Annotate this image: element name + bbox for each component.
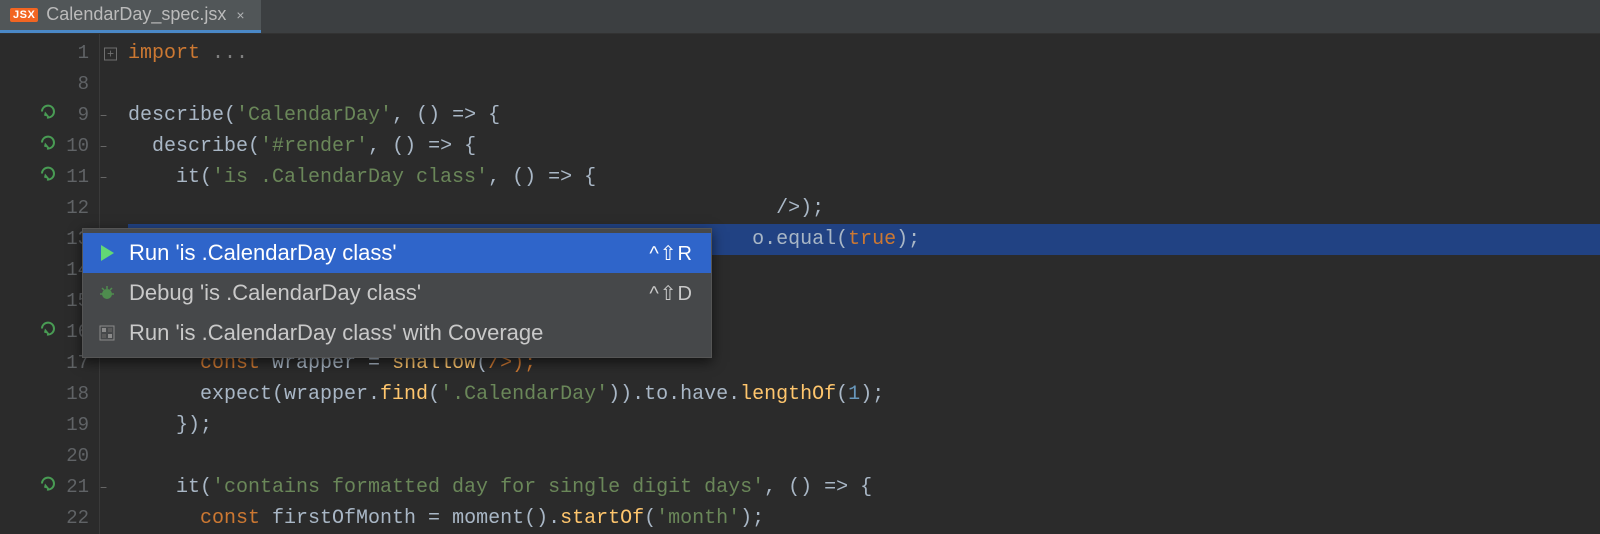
gutter-line[interactable]: 22 (0, 503, 99, 534)
gutter-line[interactable]: 8 (0, 69, 99, 100)
run-context-menu: Run 'is .CalendarDay class' ^⇧R Debug 'i… (82, 228, 712, 358)
coverage-icon (97, 323, 117, 343)
code-line[interactable]: import ... (128, 38, 1600, 69)
gutter-line[interactable]: 9− (0, 100, 99, 131)
code-line[interactable] (128, 441, 1600, 472)
line-number: 9 (55, 100, 89, 131)
play-icon (97, 243, 117, 263)
line-number: 21 (55, 472, 89, 503)
line-number: 1 (55, 38, 89, 69)
run-gutter-icon[interactable] (39, 162, 57, 193)
code-line[interactable] (128, 69, 1600, 100)
gutter-line[interactable]: 10− (0, 131, 99, 162)
line-number: 8 (55, 69, 89, 100)
run-gutter-icon[interactable] (39, 317, 57, 348)
code-line[interactable]: it('contains formatted day for single di… (128, 472, 1600, 503)
gutter-line[interactable]: 20 (0, 441, 99, 472)
menu-run-label: Run 'is .CalendarDay class' (129, 240, 637, 266)
menu-run-shortcut: ^⇧R (649, 241, 693, 266)
gutter-line[interactable]: 12 (0, 193, 99, 224)
run-gutter-icon[interactable] (39, 131, 57, 162)
menu-debug-shortcut: ^⇧D (649, 281, 693, 306)
line-number: 18 (55, 379, 89, 410)
menu-debug-label: Debug 'is .CalendarDay class' (129, 280, 637, 306)
code-line[interactable]: }); (128, 410, 1600, 441)
run-gutter-icon[interactable] (39, 472, 57, 503)
gutter-line[interactable]: 1+ (0, 38, 99, 69)
close-tab-icon[interactable]: × (234, 7, 246, 23)
bug-icon (97, 283, 117, 303)
line-number: 10 (55, 131, 89, 162)
tab-filename: CalendarDay_spec.jsx (46, 4, 226, 25)
tab-bar: JSX CalendarDay_spec.jsx × (0, 0, 1600, 34)
code-line[interactable]: describe('#render', () => { (128, 131, 1600, 162)
gutter-line[interactable]: 11− (0, 162, 99, 193)
menu-run-test[interactable]: Run 'is .CalendarDay class' ^⇧R (83, 233, 711, 273)
gutter-line[interactable]: 19 (0, 410, 99, 441)
line-number: 12 (55, 193, 89, 224)
menu-coverage-label: Run 'is .CalendarDay class' with Coverag… (129, 320, 681, 346)
line-number: 20 (55, 441, 89, 472)
code-line[interactable]: />); (128, 193, 1600, 224)
line-number: 19 (55, 410, 89, 441)
menu-debug-test[interactable]: Debug 'is .CalendarDay class' ^⇧D (83, 273, 711, 313)
line-number: 22 (55, 503, 89, 534)
code-line[interactable]: it('is .CalendarDay class', () => { (128, 162, 1600, 193)
gutter-line[interactable]: 21− (0, 472, 99, 503)
code-line[interactable]: expect(wrapper.find('.CalendarDay')).to.… (128, 379, 1600, 410)
code-editor: 1+89−10−11−12131415161718192021−22 impor… (0, 34, 1600, 534)
code-line[interactable]: const firstOfMonth = moment().startOf('m… (128, 503, 1600, 534)
code-line[interactable]: describe('CalendarDay', () => { (128, 100, 1600, 131)
file-tab-active[interactable]: JSX CalendarDay_spec.jsx × (0, 0, 261, 33)
menu-run-coverage[interactable]: Run 'is .CalendarDay class' with Coverag… (83, 313, 711, 353)
jsx-file-icon: JSX (10, 8, 38, 22)
line-number: 11 (55, 162, 89, 193)
run-gutter-icon[interactable] (39, 100, 57, 131)
gutter-line[interactable]: 18 (0, 379, 99, 410)
